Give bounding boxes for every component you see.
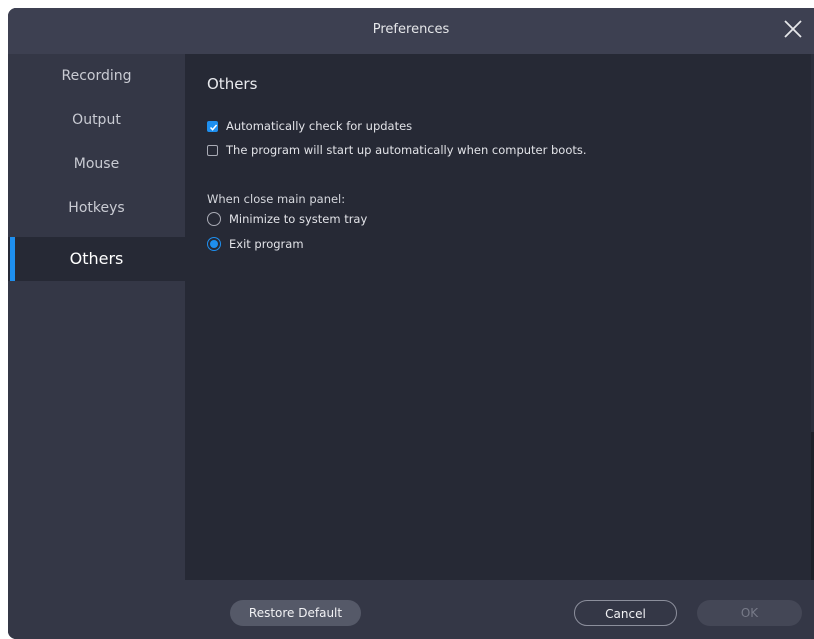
auto-start-checkbox[interactable]	[207, 144, 218, 156]
window-title: Preferences	[372, 22, 450, 37]
section-title: Others	[207, 75, 258, 93]
option-label: The program will start up automatically …	[226, 143, 587, 157]
active-indicator	[10, 237, 15, 281]
sidebar-item-mouse[interactable]: Mouse	[8, 142, 185, 186]
content-panel: Others Automatically check for updates T…	[185, 54, 814, 580]
choice-minimize-tray[interactable]: Minimize to system tray	[207, 211, 367, 227]
close-icon	[784, 20, 802, 38]
exit-program-radio[interactable]	[207, 237, 221, 251]
preferences-window: Preferences Recording Output Mouse Hotke…	[8, 8, 814, 639]
sidebar-item-output[interactable]: Output	[8, 98, 185, 142]
choice-exit-program[interactable]: Exit program	[207, 236, 304, 252]
checkmark-icon	[209, 124, 218, 131]
sidebar-item-label: Recording	[61, 68, 132, 84]
choice-label: Exit program	[229, 237, 304, 251]
sidebar-item-label: Output	[72, 112, 121, 128]
sidebar-item-hotkeys[interactable]: Hotkeys	[8, 186, 185, 230]
sidebar-item-others[interactable]: Others	[8, 237, 185, 281]
cancel-button[interactable]: Cancel	[574, 600, 677, 626]
close-button[interactable]	[782, 18, 804, 40]
close-panel-label: When close main panel:	[207, 192, 346, 206]
minimize-tray-radio[interactable]	[207, 212, 221, 226]
sidebar-item-label: Mouse	[73, 156, 120, 172]
sidebar-item-recording[interactable]: Recording	[8, 54, 185, 98]
auto-update-checkbox[interactable]	[207, 120, 218, 132]
sidebar-item-label: Hotkeys	[68, 200, 125, 216]
sidebar-item-label: Others	[69, 249, 124, 268]
option-auto-update[interactable]: Automatically check for updates	[207, 118, 412, 134]
ok-button[interactable]: OK	[697, 600, 802, 626]
option-auto-start[interactable]: The program will start up automatically …	[207, 142, 587, 158]
title-bar: Preferences	[8, 8, 814, 54]
restore-default-button[interactable]: Restore Default	[230, 600, 361, 626]
choice-label: Minimize to system tray	[229, 212, 368, 226]
footer: Restore Default Cancel OK	[185, 580, 814, 639]
option-label: Automatically check for updates	[226, 119, 413, 133]
sidebar: Recording Output Mouse Hotkeys Others	[8, 54, 185, 639]
